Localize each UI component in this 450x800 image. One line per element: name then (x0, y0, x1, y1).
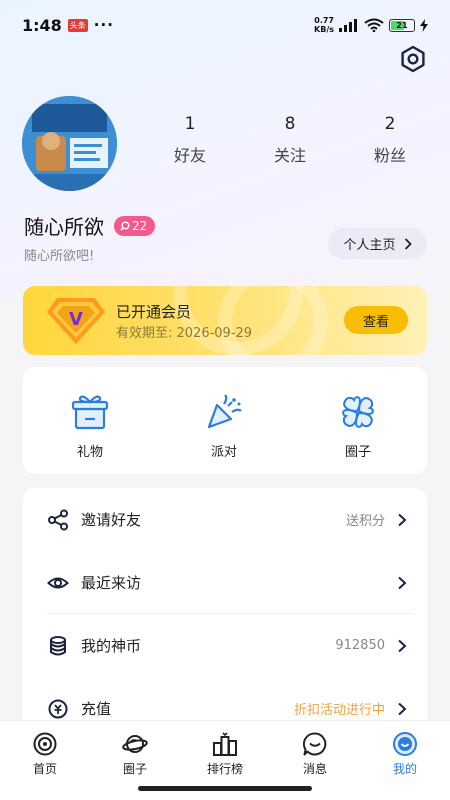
quick-action-label: 派对 (210, 445, 237, 460)
status-time: 1:48 (22, 15, 62, 35)
gift-icon (71, 395, 109, 430)
menu-item-label: 邀请好友 (81, 511, 142, 529)
level-badge: 22 (114, 215, 156, 236)
quick-action-label: 礼物 (76, 445, 103, 460)
menu-item-label: 最近来访 (81, 574, 142, 592)
wifi-icon (364, 18, 384, 32)
chevron-right-icon (398, 639, 407, 652)
tab-label: 排行榜 (206, 762, 243, 776)
menu-item-my-coins[interactable]: 我的神币 912850 (23, 614, 427, 677)
stat-label: 关注 (273, 146, 306, 165)
home-icon (33, 732, 57, 756)
more-notifications-indicator: ··· (93, 16, 114, 34)
vip-title: 已开通会员 (116, 303, 192, 321)
stat-value: 2 (384, 114, 396, 134)
level-icon (120, 221, 130, 231)
recharge-icon (48, 699, 68, 718)
tab-label: 圈子 (122, 762, 147, 776)
username: 随心所欲 (24, 215, 104, 239)
stat-followers[interactable]: 2 粉丝 (340, 114, 440, 166)
party-popper-icon (207, 394, 242, 429)
bio: 随心所欲吧! (24, 249, 95, 264)
leaderboard-icon (213, 732, 237, 756)
vip-diamond-icon: V (47, 298, 105, 344)
profile-icon (393, 732, 417, 756)
vip-decoration (218, 286, 328, 355)
level-value: 22 (132, 218, 148, 233)
stat-value: 1 (184, 114, 196, 134)
menu-item-value: 折扣活动进行中 (293, 703, 385, 718)
tab-home[interactable]: 首页 (0, 721, 90, 800)
tab-label: 我的 (392, 762, 417, 776)
quick-action-label: 圈子 (344, 445, 371, 460)
personal-homepage-button[interactable]: 个人主页 (328, 228, 427, 259)
network-speed: 0.77 KB/s (314, 16, 334, 34)
chevron-right-icon (398, 702, 407, 715)
tab-label: 首页 (32, 762, 57, 776)
stat-label: 好友 (173, 146, 206, 165)
personal-homepage-label: 个人主页 (343, 238, 396, 253)
avatar[interactable] (22, 96, 117, 191)
status-bar: 1:48 头条 ··· 0.77 KB/s 21 (0, 0, 450, 50)
menu-list: 邀请好友 送积分 最近来访 我的神币 912850 充值 折扣活动进行中 (23, 488, 427, 728)
chevron-right-icon (398, 576, 407, 589)
svg-text:V: V (69, 309, 83, 330)
menu-item-label: 我的神币 (81, 637, 142, 655)
notification-badge: 头条 (67, 18, 88, 32)
share-icon (48, 509, 68, 530)
menu-item-value: 912850 (335, 638, 385, 653)
coins-icon (50, 635, 66, 655)
battery-level: 21 (396, 20, 408, 30)
vip-view-button[interactable]: 查看 (344, 306, 408, 334)
vip-expiry: 有效期至: 2026-09-29 (116, 326, 253, 341)
menu-item-recent-visitors[interactable]: 最近来访 (23, 551, 427, 614)
home-indicator[interactable] (138, 786, 312, 791)
quick-action-party[interactable]: 派对 (157, 367, 291, 474)
message-icon (302, 732, 327, 756)
eye-icon (47, 577, 69, 588)
planet-icon (122, 735, 148, 753)
chevron-right-icon (398, 513, 407, 526)
charging-icon (420, 18, 428, 32)
stat-label: 粉丝 (373, 146, 406, 165)
vip-card[interactable]: V 已开通会员 有效期至: 2026-09-29 查看 (23, 286, 427, 355)
quick-action-gift[interactable]: 礼物 (23, 367, 157, 474)
settings-icon[interactable] (398, 44, 428, 74)
battery-icon: 21 (389, 18, 415, 32)
tab-label: 消息 (302, 762, 327, 776)
menu-item-invite-friends[interactable]: 邀请好友 送积分 (23, 488, 427, 551)
chevron-right-icon (404, 237, 412, 250)
stat-following[interactable]: 8 关注 (240, 114, 340, 166)
quick-actions: 礼物 派对 圈子 (23, 367, 427, 474)
tab-mine[interactable]: 我的 (360, 721, 450, 800)
stat-value: 8 (284, 114, 296, 134)
stat-friends[interactable]: 1 好友 (140, 114, 240, 166)
avatar-image (22, 96, 117, 191)
profile-stats: 1 好友 8 关注 2 粉丝 (140, 114, 440, 166)
menu-item-value: 送积分 (345, 514, 385, 529)
signal-icon (339, 18, 357, 32)
username-row: 随心所欲 22 (24, 211, 156, 240)
clover-icon (342, 396, 374, 428)
menu-item-label: 充值 (81, 700, 112, 718)
quick-action-circle[interactable]: 圈子 (291, 367, 425, 474)
